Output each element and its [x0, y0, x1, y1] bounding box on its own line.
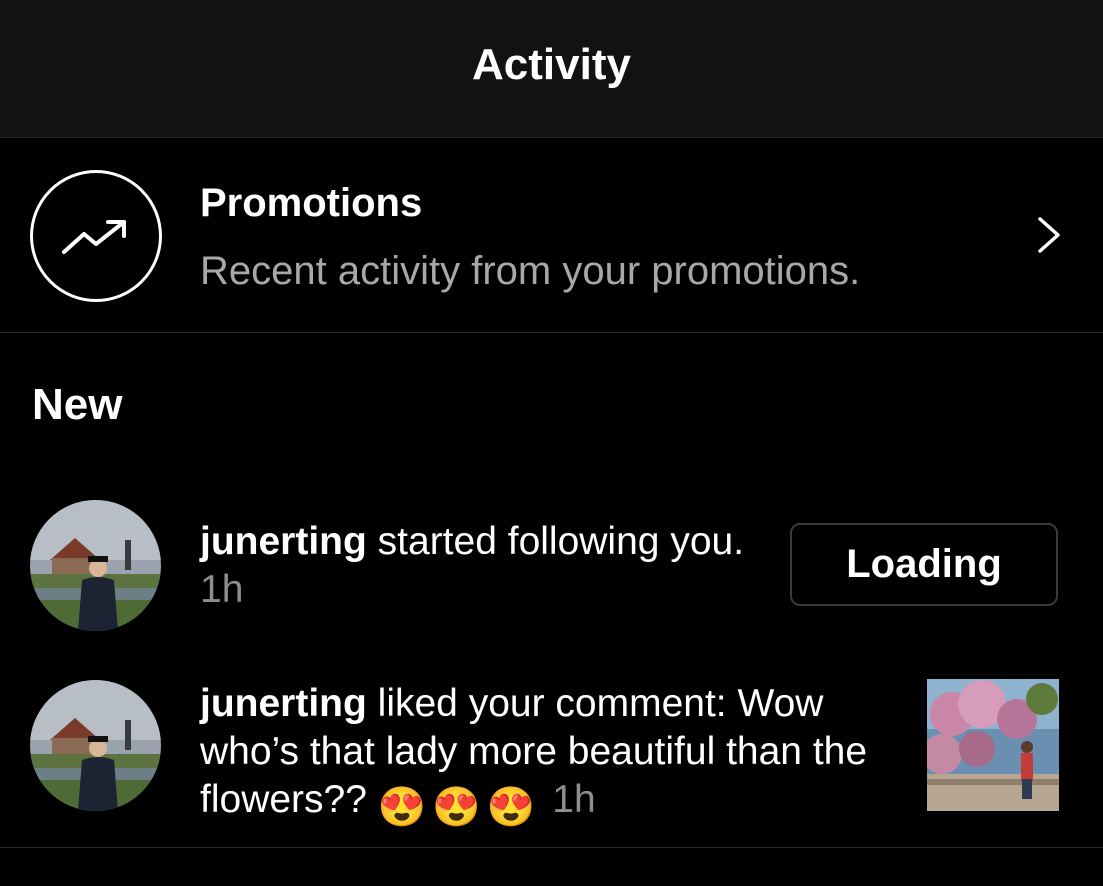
- avatar[interactable]: [30, 680, 161, 811]
- notification-message: started following you.: [366, 520, 745, 563]
- promotions-row[interactable]: Promotions Recent activity from your pro…: [0, 139, 1103, 333]
- heart-eyes-emoji: 😍: [486, 786, 536, 829]
- heart-eyes-emoji: 😍: [432, 786, 481, 829]
- page-title: Activity: [472, 39, 631, 89]
- trending-up-icon: [30, 170, 162, 302]
- post-thumbnail[interactable]: [927, 679, 1059, 811]
- notification-text: junerting liked your comment: Wow who’s …: [200, 680, 900, 832]
- promotions-subtitle: Recent activity from your promotions.: [200, 249, 861, 293]
- chevron-right-icon[interactable]: [1030, 215, 1070, 255]
- divider: [0, 847, 1103, 848]
- username-link[interactable]: junerting: [200, 520, 367, 563]
- notification-text: junerting started following you. 1h: [200, 518, 760, 614]
- heart-eyes-emoji: 😍: [377, 786, 427, 829]
- avatar[interactable]: [30, 500, 161, 631]
- follow-back-button[interactable]: Loading: [790, 523, 1058, 606]
- top-bar: Activity: [0, 0, 1103, 138]
- username-link[interactable]: junerting: [200, 682, 367, 725]
- promotions-title: Promotions: [200, 181, 423, 225]
- section-label-new: New: [32, 380, 123, 429]
- notification-time: 1h: [200, 568, 244, 611]
- notification-time: 1h: [541, 778, 596, 821]
